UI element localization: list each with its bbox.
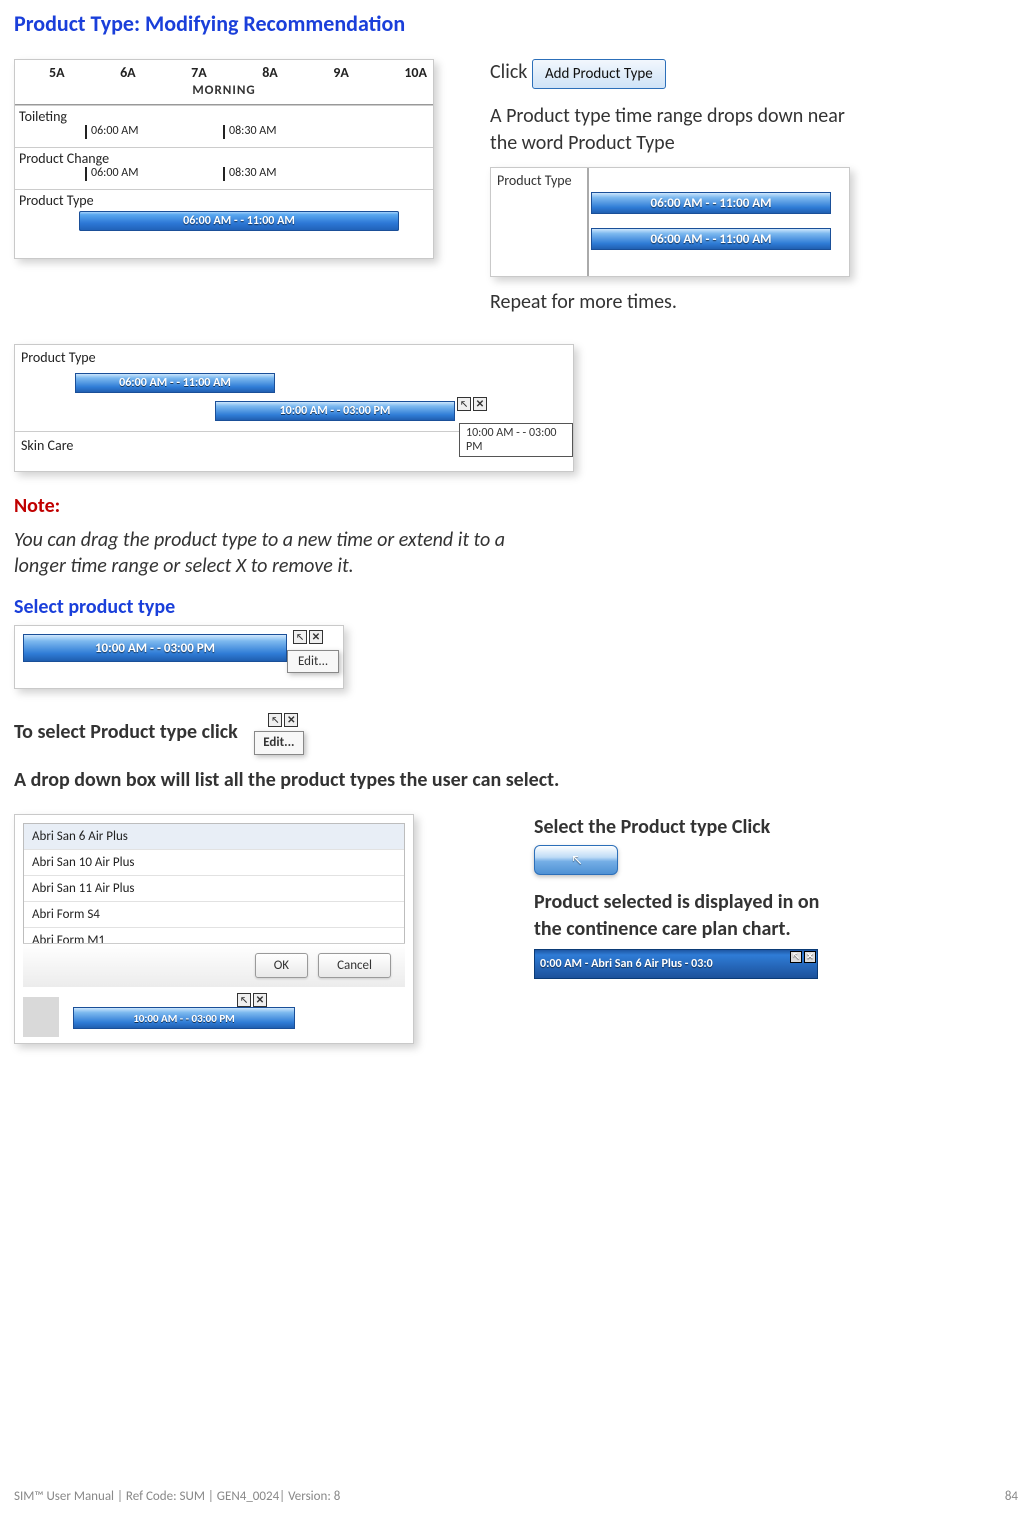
pt-bar-2[interactable]: 06:00 AM - - 11:00 AM: [591, 228, 831, 250]
row-producttype-bar: 06:00 AM - - 11:00 AM: [15, 209, 433, 235]
pt-label: Product Type: [497, 172, 572, 189]
hdr-5a: 5A: [49, 64, 65, 81]
row-productchange-label: Product Change: [15, 147, 433, 167]
final-bar-text: 0:00 AM - Abri San 6 Air Plus - 03:0: [540, 957, 713, 971]
strip-bar-2[interactable]: 10:00 AM - - 03:00 PM: [215, 401, 455, 421]
tick-0600: 06:00 AM: [91, 124, 138, 138]
product-list-screenshot: Abri San 6 Air Plus Abri San 10 Air Plus…: [14, 814, 414, 1044]
hdr-6a: 6A: [120, 64, 136, 81]
tick-icon: [85, 167, 87, 181]
strip-edit-close: [457, 397, 487, 411]
list-item[interactable]: Abri San 6 Air Plus: [24, 824, 404, 850]
edit-icon[interactable]: ↖: [790, 951, 802, 963]
tick-0830: 08:30 AM: [229, 124, 276, 138]
dropdown-list-line: A drop down box will list all the produc…: [14, 767, 1018, 794]
row-toileting-label: Toileting: [15, 105, 433, 125]
mini-timebar-controls: [237, 993, 267, 1007]
mini-timebar[interactable]: 10:00 AM - - 03:00 PM: [73, 1007, 295, 1029]
greyed-area: [23, 997, 59, 1037]
pt-bar-1[interactable]: 06:00 AM - - 11:00 AM: [591, 192, 831, 214]
row-listpanel: Abri San 6 Air Plus Abri San 10 Air Plus…: [14, 814, 1018, 1044]
add-product-type-button[interactable]: Add Product Type: [532, 59, 666, 89]
final-bar-controls: ↖ ✕: [790, 951, 816, 963]
page-footer: SIM™ User Manual | Ref Code: SUM | GEN4_…: [14, 1489, 1018, 1504]
note-body: You can drag the product type to a new t…: [14, 528, 554, 579]
tick-icon: [223, 125, 225, 139]
editbar-screenshot: 10:00 AM - - 03:00 PM Edit...: [14, 625, 344, 689]
document-page: Product Type: Modifying Recommendation 5…: [0, 0, 1032, 1522]
edit-popup[interactable]: Edit...: [287, 650, 339, 673]
close-icon[interactable]: [253, 993, 267, 1007]
section-title: Product Type: Modifying Recommendation: [14, 10, 1018, 37]
hdr-8a: 8A: [262, 64, 278, 81]
product-type-dropdown-screenshot: Product Type 06:00 AM - - 11:00 AM 06:00…: [490, 167, 850, 277]
time-headers: 5A 6A 7A 8A 9A 10A: [15, 60, 433, 83]
list-item[interactable]: Abri San 10 Air Plus: [24, 850, 404, 876]
timeline-wrap: 5A 6A 7A 8A 9A 10A MORNING Toileting 06:…: [14, 59, 434, 259]
edit-icon[interactable]: [457, 397, 471, 411]
row1-text: Click Add Product Type A Product type ti…: [490, 59, 1018, 316]
tick-0830b: 08:30 AM: [229, 166, 276, 180]
row-toileting-ticks: 06:00 AM 08:30 AM: [15, 125, 433, 147]
edit-icon[interactable]: [268, 713, 282, 727]
click-line: Click Add Product Type: [490, 59, 1018, 89]
ok-glossy-button[interactable]: [534, 845, 618, 875]
row-1: 5A 6A 7A 8A 9A 10A MORNING Toileting 06:…: [14, 59, 1018, 316]
product-list[interactable]: Abri San 6 Air Plus Abri San 10 Air Plus…: [23, 823, 405, 955]
product-type-time-bar[interactable]: 06:00 AM - - 11:00 AM: [79, 211, 399, 231]
tick-icon: [85, 125, 87, 139]
row-productchange-ticks: 06:00 AM 08:30 AM: [15, 167, 433, 189]
to-select-line: To select Product type click Edit...: [14, 713, 1018, 753]
inline-edit-popup[interactable]: Edit...: [254, 731, 303, 755]
list-item[interactable]: Abri San 11 Air Plus: [24, 876, 404, 902]
note-label: Note:: [14, 494, 1018, 518]
to-select-text: To select Product type click: [14, 720, 238, 744]
morning-label: MORNING: [15, 83, 433, 105]
hdr-7a: 7A: [191, 64, 207, 81]
strip-bar-1[interactable]: 06:00 AM - - 11:00 AM: [75, 373, 275, 393]
final-selected-bar[interactable]: 0:00 AM - Abri San 6 Air Plus - 03:0 ↖ ✕: [534, 949, 818, 979]
tick-icon: [223, 167, 225, 181]
time-tooltip: 10:00 AM - - 03:00 PM: [459, 423, 573, 457]
click-word: Click: [490, 60, 527, 84]
editbar-timebar[interactable]: 10:00 AM - - 03:00 PM: [23, 634, 287, 662]
editbar-menu: Edit...: [293, 630, 323, 644]
footer-left: SIM™ User Manual | Ref Code: SUM | GEN4_…: [14, 1489, 340, 1504]
product-selected-text: Product selected is displayed in on the …: [534, 889, 834, 943]
footer-page-number: 84: [1005, 1489, 1018, 1504]
cancel-button[interactable]: Cancel: [318, 953, 391, 978]
row-producttype-label: Product Type: [15, 189, 433, 209]
tick-0600b: 06:00 AM: [91, 166, 138, 180]
drops-down-text: A Product type time range drops down nea…: [490, 103, 870, 157]
strip-label-sc: Skin Care: [21, 437, 73, 454]
strip-label-pt: Product Type: [21, 349, 96, 366]
close-icon[interactable]: [473, 397, 487, 411]
producttype-skincare-screenshot: Product Type 06:00 AM - - 11:00 AM 10:00…: [14, 344, 574, 472]
inline-edit-widget: Edit...: [242, 713, 306, 753]
close-icon[interactable]: [284, 713, 298, 727]
close-icon[interactable]: ✕: [804, 951, 816, 963]
right-select-column: Select the Product type Click Product se…: [534, 814, 834, 979]
close-icon[interactable]: [309, 630, 323, 644]
select-click-text: Select the Product type Click: [534, 814, 834, 841]
repeat-text: Repeat for more times.: [490, 289, 1018, 316]
hdr-9a: 9A: [333, 64, 349, 81]
hdr-10a: 10A: [404, 64, 427, 81]
morning-timeline-screenshot: 5A 6A 7A 8A 9A 10A MORNING Toileting 06:…: [14, 59, 434, 259]
dialog-button-bar: OK Cancel: [23, 943, 405, 987]
list-item[interactable]: Abri Form S4: [24, 902, 404, 928]
ok-button[interactable]: OK: [255, 953, 308, 978]
select-product-type-heading: Select product type: [14, 595, 1018, 619]
edit-icon[interactable]: [293, 630, 307, 644]
edit-icon[interactable]: [237, 993, 251, 1007]
